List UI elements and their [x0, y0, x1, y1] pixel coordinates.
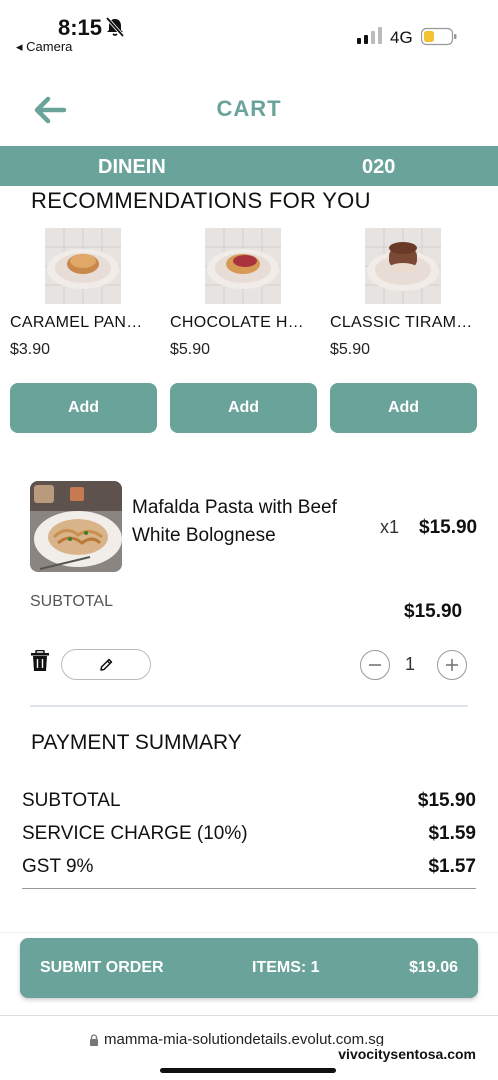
cart-header: CART	[0, 70, 498, 146]
signal-icon	[357, 27, 382, 44]
submit-order-label: SUBMIT ORDER	[40, 959, 164, 976]
dessert-image	[365, 228, 441, 304]
order-total: $19.06	[409, 959, 458, 976]
quantity-value: 1	[405, 654, 416, 674]
increase-quantity-button[interactable]	[437, 650, 467, 680]
dessert-image	[205, 228, 281, 304]
summary-label: SUBTOTAL	[22, 790, 121, 811]
divider	[30, 705, 468, 707]
battery-icon	[421, 27, 457, 46]
status-time: 8:15	[58, 15, 103, 40]
page-title: CART	[216, 96, 282, 121]
back-to-camera[interactable]: ◂ Camera	[16, 39, 72, 55]
cart-item-price: $15.90	[419, 517, 478, 538]
add-button[interactable]: Add	[10, 383, 157, 433]
browser-url-bar[interactable]: mamma-mia-solutiondetails.evolut.com.sg …	[0, 1015, 498, 1080]
watermark: vivocitysentosa.com	[336, 1046, 478, 1062]
summary-label: GST 9%	[22, 856, 94, 877]
minus-icon	[369, 664, 381, 666]
cart-item-qty: x1	[380, 517, 400, 537]
plus-icon	[446, 659, 458, 671]
recommendations-title: RECOMMENDATIONS FOR YOU	[31, 188, 371, 213]
items-count: ITEMS: 1	[252, 959, 320, 976]
recommendation-price: $5.90	[330, 341, 371, 358]
summary-divider	[22, 888, 476, 889]
cart-item-name: Mafalda Pasta with Beef White Bolognese	[132, 497, 337, 546]
network-type: 4G	[390, 28, 413, 47]
dessert-image	[45, 228, 121, 304]
item-subtotal-label: SUBTOTAL	[30, 593, 113, 610]
summary-value: $1.57	[428, 856, 476, 877]
recommendation-name: CLASSIC TIRAM…	[330, 314, 473, 331]
recommendation-price: $5.90	[170, 341, 211, 358]
table-number: 020	[362, 156, 396, 178]
status-bar: 8:15 ◂ Camera 4G	[0, 0, 498, 60]
lock-icon	[90, 1034, 98, 1046]
recommendation-name: CARAMEL PAN…	[10, 314, 143, 331]
submit-order-button[interactable]: SUBMIT ORDER ITEMS: 1 $19.06	[20, 938, 478, 998]
decrease-quantity-button[interactable]	[360, 650, 390, 680]
order-mode: DINEIN	[98, 156, 166, 178]
payment-summary-title: PAYMENT SUMMARY	[31, 731, 242, 754]
trash-icon[interactable]	[30, 650, 50, 672]
dine-in-band: DINEIN 020	[0, 146, 498, 186]
add-button[interactable]: Add	[330, 383, 477, 433]
pencil-icon	[100, 658, 113, 671]
pasta-image	[30, 481, 122, 572]
summary-label: SERVICE CHARGE (10%)	[22, 823, 248, 844]
edit-button[interactable]	[61, 649, 151, 680]
summary-value: $15.90	[417, 790, 476, 811]
recommendation-name: CHOCOLATE H…	[170, 314, 304, 331]
bell-muted-icon	[105, 16, 125, 38]
item-subtotal-value: $15.90	[404, 601, 463, 622]
recommendation-price: $3.90	[10, 341, 51, 358]
add-button[interactable]: Add	[170, 383, 317, 433]
summary-value: $1.59	[428, 823, 476, 844]
home-indicator[interactable]	[160, 1068, 336, 1073]
